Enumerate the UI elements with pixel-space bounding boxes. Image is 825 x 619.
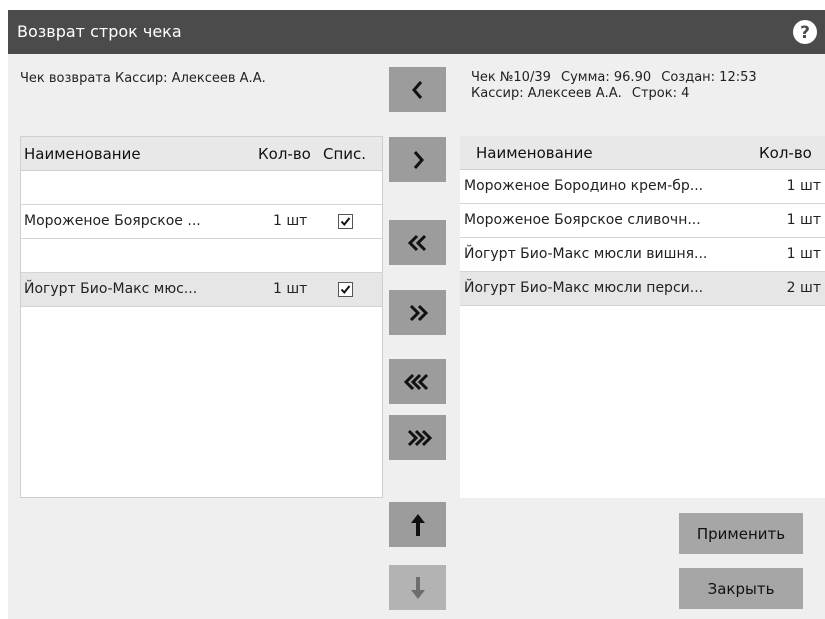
question-icon: ?: [793, 20, 817, 44]
table-row[interactable]: Йогурт Био-Макс мюс... 1 шт: [21, 273, 382, 307]
row-name: Мороженое Боярское ...: [24, 213, 201, 229]
row-qty: 1 шт: [786, 212, 821, 228]
chevron-left-icon: [411, 80, 422, 99]
check-icon: [340, 217, 351, 227]
arrow-down-icon: [410, 576, 425, 599]
table-row[interactable]: Мороженое Боярское сливочн... 1 шт: [460, 204, 825, 238]
move-up-button[interactable]: [389, 502, 446, 547]
source-check-info-line1: Чек №10/39 Сумма: 96.90 Создан: 12:53: [471, 70, 763, 86]
triple-chevron-left-icon: [403, 373, 428, 390]
help-button[interactable]: ?: [791, 18, 819, 46]
move-left-button[interactable]: [389, 67, 446, 112]
row-name: Мороженое Бородино крем-бр...: [464, 178, 704, 194]
move-down-button[interactable]: [389, 565, 446, 610]
row-qty: 1 шт: [273, 213, 308, 229]
writeoff-checkbox[interactable]: [338, 282, 353, 297]
return-lines-dialog: Возврат строк чека ? Чек возврата Кассир…: [8, 10, 825, 619]
table-row[interactable]: [21, 239, 382, 273]
row-qty: 1 шт: [273, 281, 308, 297]
move-right-button[interactable]: [389, 137, 446, 182]
table-row[interactable]: Мороженое Боярское ... 1 шт: [21, 205, 382, 239]
arrow-up-icon: [410, 513, 425, 536]
double-chevron-right-icon: [409, 304, 428, 321]
double-chevron-left-icon: [407, 234, 426, 251]
return-check-info: Чек возврата Кассир: Алексеев А.А.: [20, 71, 266, 86]
close-button[interactable]: Закрыть: [679, 568, 803, 609]
check-sum: Сумма: 96.90: [561, 70, 652, 85]
column-header-name: Наименование: [24, 145, 141, 163]
source-check-info-line2: Кассир: Алексеев А.А. Строк: 4: [471, 86, 763, 102]
chevron-right-icon: [413, 150, 424, 169]
table-row[interactable]: Йогурт Био-Макс мюсли вишня... 1 шт: [460, 238, 825, 272]
check-lines-count: Строк: 4: [631, 86, 690, 101]
column-header-qty: Кол-во: [759, 144, 812, 162]
column-header-name: Наименование: [476, 144, 593, 162]
table-row[interactable]: [21, 171, 382, 205]
row-name: Мороженое Боярское сливочн...: [464, 212, 701, 228]
apply-button[interactable]: Применить: [679, 513, 803, 554]
source-check-table: Наименование Кол-во Мороженое Бородино к…: [460, 136, 825, 498]
check-number: Чек №10/39: [471, 70, 551, 85]
move-right-double-button[interactable]: [389, 290, 446, 335]
check-cashier: Кассир: Алексеев А.А.: [471, 86, 622, 101]
row-name: Йогурт Био-Макс мюсли перси...: [464, 280, 704, 296]
title-bar: Возврат строк чека ?: [8, 10, 825, 54]
row-name: Йогурт Био-Макс мюс...: [24, 281, 198, 297]
check-icon: [340, 285, 351, 295]
return-check-table: Наименование Кол-во Спис. Мороженое Бояр…: [20, 136, 383, 498]
row-qty: 1 шт: [786, 246, 821, 262]
return-table-header: Наименование Кол-во Спис.: [21, 137, 382, 171]
column-header-qty: Кол-во: [258, 145, 311, 163]
source-table-header: Наименование Кол-во: [460, 136, 825, 170]
table-row[interactable]: Йогурт Био-Макс мюсли перси... 2 шт: [460, 272, 825, 306]
source-check-info: Чек №10/39 Сумма: 96.90 Создан: 12:53 Ка…: [471, 70, 763, 102]
window-title: Возврат строк чека: [17, 22, 182, 41]
check-created: Создан: 12:53: [661, 70, 757, 85]
move-all-right-button[interactable]: [389, 415, 446, 460]
move-all-left-button[interactable]: [389, 359, 446, 404]
table-row[interactable]: Мороженое Бородино крем-бр... 1 шт: [460, 170, 825, 204]
writeoff-checkbox[interactable]: [338, 214, 353, 229]
svg-text:?: ?: [800, 23, 810, 43]
row-qty: 2 шт: [786, 280, 821, 296]
row-name: Йогурт Био-Макс мюсли вишня...: [464, 246, 708, 262]
triple-chevron-right-icon: [407, 429, 432, 446]
column-header-writeoff: Спис.: [323, 145, 367, 163]
move-left-double-button[interactable]: [389, 220, 446, 265]
row-qty: 1 шт: [786, 178, 821, 194]
